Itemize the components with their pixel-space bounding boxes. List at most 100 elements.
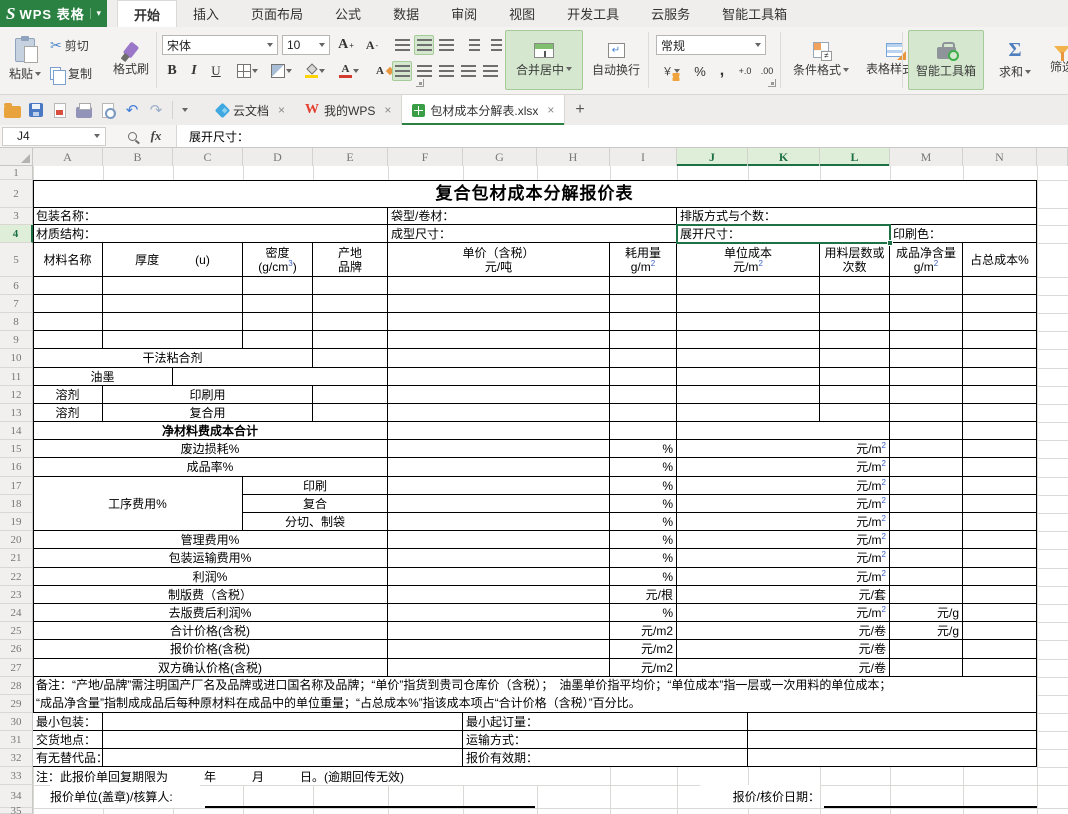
format-painter-button[interactable]: 格式刷 xyxy=(108,30,154,90)
cell-A20[interactable]: 管理费用% xyxy=(33,531,388,549)
cell-G32[interactable]: 报价有效期： xyxy=(463,749,748,767)
row-header-30[interactable]: 30 xyxy=(0,713,33,731)
align-left-button[interactable] xyxy=(392,61,412,81)
cell-F6[interactable] xyxy=(388,277,610,295)
cell-D19[interactable]: 分切、制袋 xyxy=(243,513,388,531)
row-header-9[interactable]: 9 xyxy=(0,331,33,349)
menu-tab-insert[interactable]: 插入 xyxy=(177,0,235,27)
row-header-25[interactable]: 25 xyxy=(0,622,33,640)
cell-J11[interactable] xyxy=(677,368,820,386)
cell-G30[interactable]: 最小起订量： xyxy=(463,713,748,731)
cell-A30[interactable]: 最小包装： xyxy=(33,713,103,731)
cell-A9[interactable] xyxy=(33,331,103,349)
cell-F19[interactable] xyxy=(388,513,610,531)
close-tab-icon[interactable]: × xyxy=(547,103,554,117)
percent-style-button[interactable]: % xyxy=(690,61,710,81)
cell-M12[interactable] xyxy=(890,386,963,404)
cell-A8[interactable] xyxy=(33,313,103,331)
cell-L12[interactable] xyxy=(820,386,890,404)
select-all-cor[interactable] xyxy=(0,148,33,166)
cell-J13[interactable] xyxy=(677,404,820,422)
wrap-text-button[interactable]: ↵ 自动换行 xyxy=(589,30,643,90)
cell-I22[interactable]: % xyxy=(610,568,677,586)
close-tab-icon[interactable]: × xyxy=(278,103,285,117)
column-header-H[interactable]: H xyxy=(537,148,610,166)
row-header-5[interactable]: 5 xyxy=(0,243,33,277)
undo-button[interactable]: ↶ xyxy=(120,98,144,122)
row-header-28[interactable]: 28 xyxy=(0,677,33,695)
cell-J23[interactable]: 元/套 xyxy=(677,586,890,604)
zoom-lens-button[interactable] xyxy=(120,124,144,148)
cell-A10[interactable]: 干法粘合剂 xyxy=(33,349,313,368)
cell-I6[interactable] xyxy=(610,277,677,295)
cell-M20[interactable] xyxy=(890,531,963,549)
cell-J20[interactable]: 元/m2 xyxy=(677,531,890,549)
cell-E5[interactable]: 产地品牌 xyxy=(313,243,388,277)
conditional-format-button[interactable]: 条件格式 xyxy=(788,30,854,90)
cell-M25[interactable]: 元/g xyxy=(890,622,963,640)
row-header-32[interactable]: 32 xyxy=(0,749,33,767)
row-header-7[interactable]: 7 xyxy=(0,295,33,313)
cell-F10[interactable] xyxy=(388,349,610,368)
cell-F9[interactable] xyxy=(388,331,610,349)
print-button[interactable] xyxy=(72,98,96,122)
increase-font-button[interactable]: A+ xyxy=(336,35,356,55)
row-header-22[interactable]: 22 xyxy=(0,568,33,586)
row-header-33[interactable]: 33 xyxy=(0,767,33,785)
fill-handle[interactable] xyxy=(887,240,893,246)
cell-F15[interactable] xyxy=(388,440,610,458)
cell-A24[interactable]: 去版费后利润% xyxy=(33,604,388,622)
cell-N12[interactable] xyxy=(963,386,1037,404)
cell-L9[interactable] xyxy=(820,331,890,349)
cell-G31[interactable]: 运输方式： xyxy=(463,731,748,749)
name-box[interactable]: J4 xyxy=(2,127,106,146)
row-header-3[interactable]: 3 xyxy=(0,208,33,225)
row-header-8[interactable]: 8 xyxy=(0,313,33,331)
cell-K30[interactable] xyxy=(748,713,1037,731)
cell-N17[interactable] xyxy=(963,477,1037,495)
cell-I9[interactable] xyxy=(610,331,677,349)
column-header-L[interactable]: L xyxy=(820,148,890,166)
cell-K32[interactable] xyxy=(748,749,1037,767)
cell-B30[interactable] xyxy=(103,713,463,731)
cut-button[interactable]: ✂ 剪切 xyxy=(50,35,89,55)
cell-F20[interactable] xyxy=(388,531,610,549)
cell-D9[interactable] xyxy=(243,331,313,349)
cell-E7[interactable] xyxy=(313,295,388,313)
column-header-C[interactable]: C xyxy=(173,148,243,166)
cell-L5[interactable]: 用料层数或次数 xyxy=(820,243,890,277)
quickbar-dropdown[interactable] xyxy=(177,98,193,122)
cell-A4[interactable]: 材质结构： xyxy=(33,225,388,243)
italic-button[interactable]: I xyxy=(184,61,204,81)
column-header-A[interactable]: A xyxy=(33,148,103,166)
cell-B32[interactable] xyxy=(103,749,463,767)
cell-J7[interactable] xyxy=(677,295,820,313)
cell-E13[interactable] xyxy=(313,404,388,422)
cell-I23[interactable]: 元/根 xyxy=(610,586,677,604)
cell-M8[interactable] xyxy=(890,313,963,331)
export-pdf-button[interactable] xyxy=(48,98,72,122)
row-header-13[interactable]: 13 xyxy=(0,404,33,422)
cell-C11[interactable] xyxy=(173,368,388,386)
menu-tab-review[interactable]: 审阅 xyxy=(435,0,493,27)
borders-button[interactable] xyxy=(232,61,262,81)
fill-color-button[interactable] xyxy=(300,61,330,81)
cell-J12[interactable] xyxy=(677,386,820,404)
cell-B6[interactable] xyxy=(103,277,243,295)
row-header-14[interactable]: 14 xyxy=(0,422,33,440)
cell-L6[interactable] xyxy=(820,277,890,295)
cell-E12[interactable] xyxy=(313,386,388,404)
underline-button[interactable]: U xyxy=(206,61,226,81)
cell-B8[interactable] xyxy=(103,313,243,331)
cell-F27[interactable] xyxy=(388,659,610,677)
cell-A5[interactable]: 材料名称 xyxy=(33,243,103,277)
row-header-21[interactable]: 21 xyxy=(0,549,33,568)
cell-M13[interactable] xyxy=(890,404,963,422)
cell-M11[interactable] xyxy=(890,368,963,386)
column-header-D[interactable]: D xyxy=(243,148,313,166)
cell-N25[interactable] xyxy=(963,622,1037,640)
cell-F26[interactable] xyxy=(388,640,610,659)
cell-J25[interactable]: 元/卷 xyxy=(677,622,890,640)
cell-I12[interactable] xyxy=(610,386,677,404)
cell-J10[interactable] xyxy=(677,349,820,368)
